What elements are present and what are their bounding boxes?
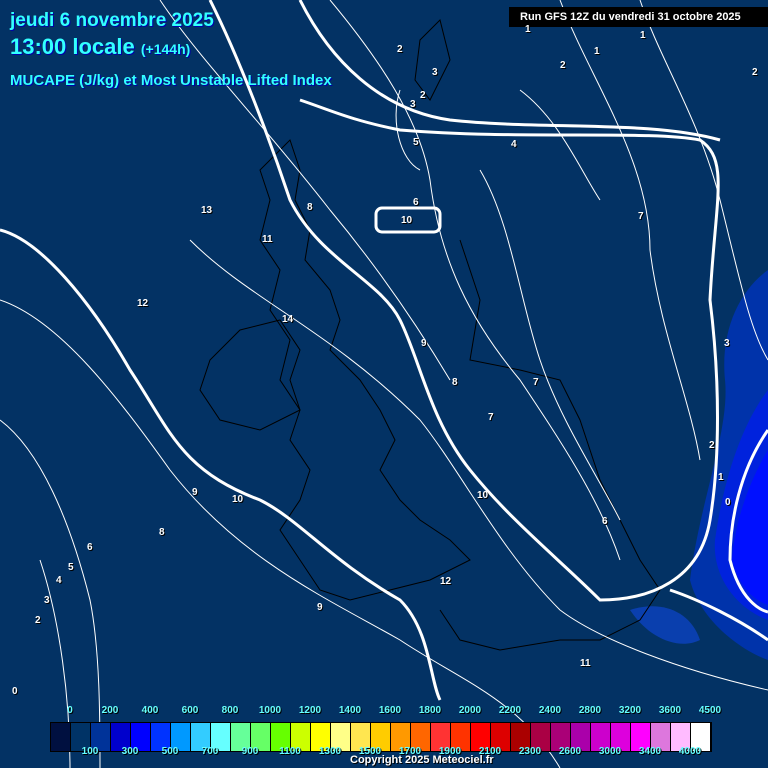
forecast-date: jeudi 6 novembre 2025 (10, 10, 214, 31)
forecast-time: 13:00 locale (+144h) (10, 34, 190, 60)
contour-label: 11 (262, 234, 273, 245)
contour-label: 11 (580, 658, 591, 669)
legend-label: 1300 (318, 746, 342, 757)
legend-label: 400 (141, 705, 159, 716)
forecast-hour: 13:00 locale (10, 34, 135, 59)
contour-label: 8 (159, 527, 165, 538)
contour-label: 12 (137, 298, 149, 309)
legend-label: 200 (101, 705, 119, 716)
contour-label: 2 (752, 67, 758, 78)
contour-label: 13 (201, 205, 213, 216)
contour-label: 10 (477, 490, 489, 501)
forecast-lead: (+144h) (140, 41, 191, 57)
contour-label: 2 (420, 90, 426, 101)
contour-label: 9 (317, 602, 323, 613)
legend-label: 2600 (558, 746, 582, 757)
contour-label: 5 (413, 137, 419, 148)
legend-label: 600 (181, 705, 199, 716)
legend-label: 1600 (378, 705, 402, 716)
contour-label: 0 (725, 497, 731, 508)
thin-contours (0, 0, 768, 768)
legend-label: 2200 (498, 705, 522, 716)
contour-label: 3 (44, 595, 50, 606)
contour-label: 6 (602, 516, 608, 527)
contour-label: 4 (56, 575, 62, 586)
legend-swatch (51, 723, 71, 751)
contour-label: 6 (413, 197, 419, 208)
contour-label: 1 (640, 30, 646, 41)
contour-label: 7 (638, 211, 644, 222)
legend-label: 3200 (618, 705, 642, 716)
contour-label: 1 (525, 24, 531, 35)
legend-label: 3000 (598, 746, 622, 757)
legend-label: 2300 (518, 746, 542, 757)
contour-label: 8 (307, 202, 313, 213)
legend-label: 500 (161, 746, 179, 757)
legend-label: 800 (221, 705, 239, 716)
contour-label: 14 (282, 314, 294, 325)
contour-label: 7 (533, 377, 539, 388)
contour-label: 3 (410, 99, 416, 110)
contour-label: 0 (12, 686, 18, 697)
legend-label: 1400 (338, 705, 362, 716)
contour-label: 1 (594, 46, 600, 57)
contour-label: 9 (192, 487, 198, 498)
run-info: Run GFS 12Z du vendredi 31 octobre 2025 (509, 7, 768, 27)
contour-label: 1 (718, 472, 724, 483)
legend-label: 3400 (638, 746, 662, 757)
legend-label: 3600 (658, 705, 682, 716)
thick-contours (0, 0, 768, 701)
contour-label: 10 (401, 215, 413, 226)
legend-label: 2800 (578, 705, 602, 716)
contour-label: 4 (511, 139, 517, 150)
legend-label: 4000 (678, 746, 702, 757)
legend-label: 300 (121, 746, 139, 757)
contour-label: 2 (35, 615, 41, 626)
contour-label: 3 (724, 338, 730, 349)
contour-label: 3 (432, 67, 438, 78)
legend-label: 4500 (698, 705, 722, 716)
legend-label: 2000 (458, 705, 482, 716)
legend-label: 1200 (298, 705, 322, 716)
legend-label: 1000 (258, 705, 282, 716)
contour-label: 2 (560, 60, 566, 71)
weather-map (0, 0, 768, 768)
legend-label: 900 (241, 746, 259, 757)
contour-label: 6 (87, 542, 93, 553)
legend-label: 0 (67, 705, 73, 716)
copyright: Copyright 2025 Meteociel.fr (350, 754, 494, 766)
contour-label: 2 (397, 44, 403, 55)
contour-label: 7 (488, 412, 494, 423)
contour-label: 9 (421, 338, 427, 349)
legend-label: 2400 (538, 705, 562, 716)
contour-label: 8 (452, 377, 458, 388)
contour-label: 2 (709, 440, 715, 451)
contour-label: 12 (440, 576, 452, 587)
legend-label: 100 (81, 746, 99, 757)
legend-label: 1800 (418, 705, 442, 716)
parameter-title: MUCAPE (J/kg) et Most Unstable Lifted In… (10, 72, 332, 89)
legend-label: 1100 (279, 746, 301, 757)
contour-label: 5 (68, 562, 74, 573)
contour-label: 10 (232, 494, 244, 505)
legend-label: 700 (201, 746, 219, 757)
